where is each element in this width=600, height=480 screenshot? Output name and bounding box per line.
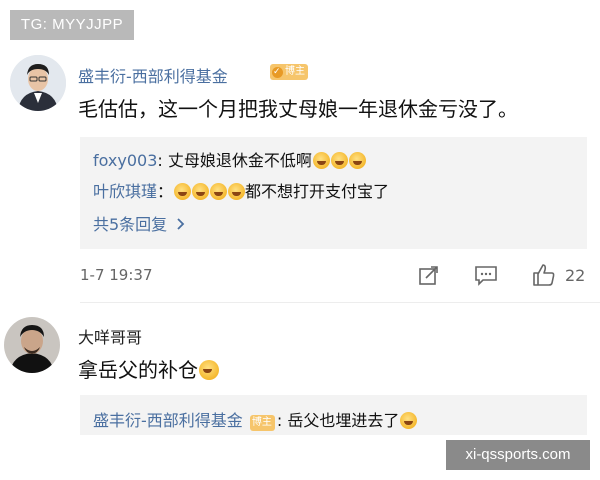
username[interactable]: 大咩哥哥 bbox=[78, 324, 142, 348]
avatar-photo bbox=[10, 55, 66, 111]
reply-item[interactable]: 叶欣琪瑾： 都不想打开支付宝了 bbox=[93, 178, 389, 202]
comment-list: 盛丰衍-西部利得基金 博主 毛估估，这一个月把我丈母娘一年退休金亏没了。 fox… bbox=[0, 45, 600, 435]
reply-separator: : bbox=[157, 151, 168, 170]
chevron-right-icon bbox=[177, 218, 185, 230]
avatar-photo bbox=[4, 317, 60, 373]
comment-text: 毛估估，这一个月把我丈母娘一年退休金亏没了。 bbox=[78, 97, 518, 121]
verified-badge: 博主 bbox=[249, 415, 275, 431]
laugh-emoji-icon bbox=[400, 412, 418, 429]
laugh-emoji-icon bbox=[192, 183, 210, 200]
smile-emoji-icon bbox=[199, 360, 219, 380]
avatar[interactable] bbox=[10, 55, 66, 111]
comment-text: 拿岳父的补仓 bbox=[78, 354, 219, 383]
laugh-emoji-icon bbox=[228, 183, 246, 200]
comment-timestamp: 1-7 19:37 bbox=[80, 266, 153, 284]
site-watermark: xi-qssports.com bbox=[446, 440, 590, 470]
comment-divider bbox=[80, 302, 600, 303]
laugh-emoji-icon bbox=[174, 183, 192, 200]
reply-separator: : bbox=[276, 411, 288, 430]
like-icon[interactable] bbox=[532, 263, 556, 287]
reply-item[interactable]: foxy003: 丈母娘退休金不低啊 bbox=[93, 147, 366, 171]
corner-badge: TG: MYYJJPP bbox=[10, 10, 134, 40]
laugh-emoji-icon bbox=[312, 152, 330, 169]
reply-text: 岳父也埋进去了 bbox=[287, 411, 400, 430]
comment-icon[interactable] bbox=[474, 265, 498, 287]
share-icon[interactable] bbox=[418, 265, 440, 287]
more-replies-link[interactable]: 共5条回复 bbox=[93, 211, 186, 235]
reply-username[interactable]: 盛丰衍-西部利得基金 bbox=[93, 411, 243, 430]
reply-username[interactable]: 叶欣琪瑾 bbox=[93, 182, 157, 201]
laugh-emoji-icon bbox=[210, 183, 228, 200]
like-count: 22 bbox=[565, 266, 586, 285]
reply-username[interactable]: foxy003 bbox=[93, 151, 157, 170]
reply-separator: ： bbox=[157, 182, 174, 201]
verified-badge: 博主 bbox=[270, 64, 308, 80]
reply-text: 丈母娘退休金不低啊 bbox=[167, 151, 312, 170]
avatar[interactable] bbox=[4, 317, 60, 373]
laugh-emoji-icon bbox=[330, 152, 348, 169]
reply-text: 都不想打开支付宝了 bbox=[245, 182, 390, 201]
reply-item[interactable]: 盛丰衍-西部利得基金 博主: 岳父也埋进去了 bbox=[93, 407, 418, 432]
username[interactable]: 盛丰衍-西部利得基金 bbox=[78, 63, 228, 87]
laugh-emoji-icon bbox=[348, 152, 366, 169]
verified-icon bbox=[272, 64, 283, 80]
